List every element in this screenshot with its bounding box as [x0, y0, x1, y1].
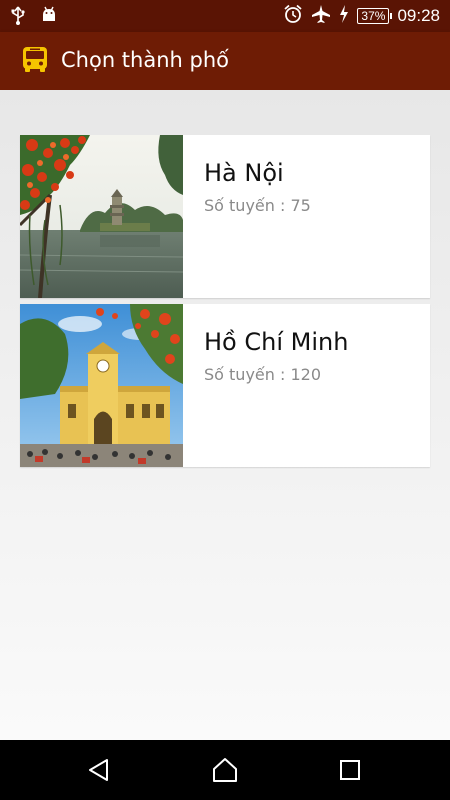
hoan-kiem-lake-photo [20, 135, 183, 298]
ben-thanh-market-photo [20, 304, 183, 467]
navigation-bar [0, 740, 450, 800]
city-list: Hà Nội Số tuyến : 75 Hồ Chí Minh Số tuyế… [0, 90, 450, 740]
city-name: Hồ Chí Minh [204, 328, 349, 356]
android-debug-icon [40, 6, 58, 31]
route-count: Số tuyến : 120 [204, 365, 321, 384]
alarm-icon [283, 4, 303, 29]
back-icon[interactable] [86, 757, 112, 788]
usb-icon [10, 6, 26, 31]
city-name: Hà Nội [204, 159, 284, 187]
home-icon[interactable] [211, 757, 239, 788]
city-card-hcm[interactable]: Hồ Chí Minh Số tuyến : 120 [20, 304, 430, 467]
clock-time: 09:28 [397, 6, 440, 25]
bus-icon [20, 45, 50, 80]
city-card-hanoi[interactable]: Hà Nội Số tuyến : 75 [20, 135, 430, 298]
charging-icon [339, 4, 349, 28]
page-title: Chọn thành phố [61, 48, 229, 72]
route-count: Số tuyến : 75 [204, 196, 311, 215]
app-bar: Chọn thành phố [0, 32, 450, 90]
battery-icon: 37% [357, 8, 393, 24]
status-bar: 37% 09:28 [0, 0, 450, 32]
airplane-icon [311, 4, 331, 29]
recents-icon[interactable] [338, 757, 362, 788]
